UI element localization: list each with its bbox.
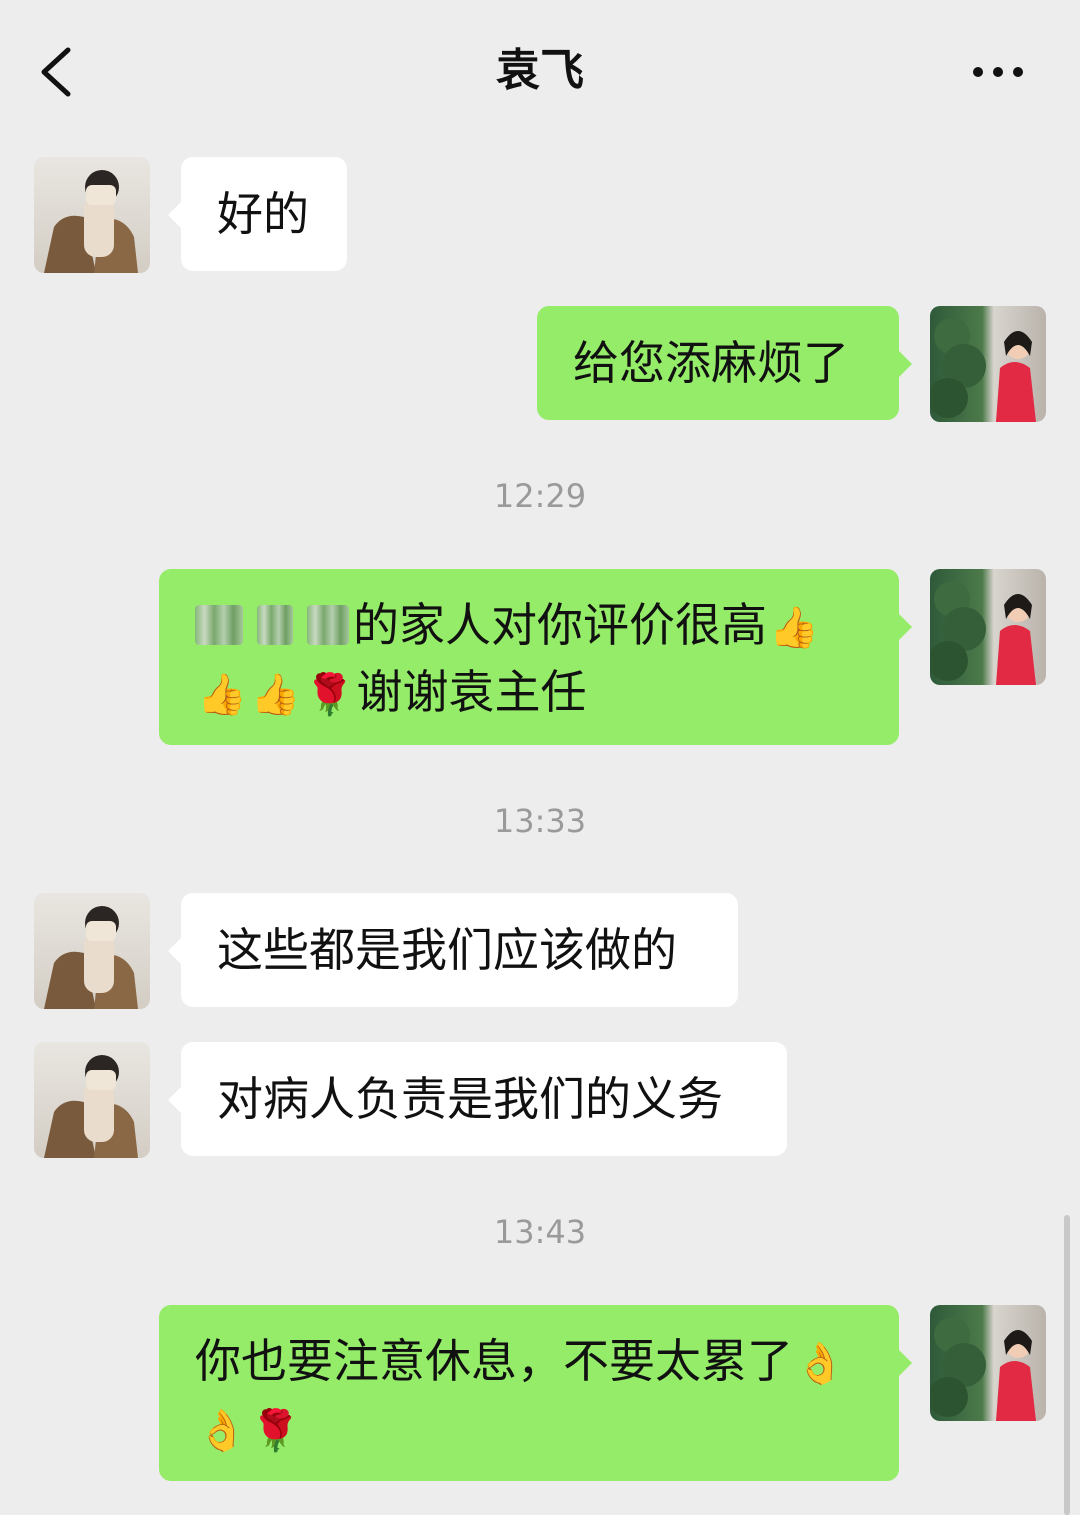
rose-icon: 🌹	[250, 1408, 301, 1454]
contact-avatar[interactable]	[34, 893, 150, 1009]
chat-header: 袁飞	[0, 0, 1080, 140]
more-button[interactable]	[960, 50, 1040, 94]
my-avatar[interactable]	[930, 569, 1046, 685]
person-avatar-icon	[34, 157, 150, 273]
message-bubble-incoming[interactable]: 这些都是我们应该做的	[168, 893, 738, 1007]
message-text: 给您添麻烦了	[573, 336, 849, 390]
message-bubble-outgoing[interactable]: 你也要注意休息，不要太累了👌 👌 🌹	[159, 1305, 912, 1481]
contact-avatar[interactable]	[34, 157, 150, 273]
timestamp: 13:33	[493, 802, 587, 840]
message-text: 的家人对你评价很高	[353, 598, 767, 652]
message-text: 你也要注意休息，不要太累了	[195, 1334, 793, 1388]
message-bubble-outgoing[interactable]: 给您添麻烦了	[537, 306, 912, 420]
more-dots-icon	[973, 67, 1023, 77]
thumbs-up-icon: 👍	[197, 672, 247, 718]
redacted-name	[257, 605, 293, 645]
timestamp: 13:43	[493, 1213, 587, 1251]
scrollbar[interactable]	[1064, 1215, 1070, 1515]
message-bubble-outgoing[interactable]: 的家人对你评价很高👍 👍 👍 🌹谢谢袁主任	[159, 569, 912, 745]
person-avatar-icon	[930, 569, 1046, 685]
message-line-2: 👌 🌹	[195, 1396, 863, 1463]
redacted-name	[307, 605, 349, 645]
chat-title: 袁飞	[496, 45, 584, 96]
thumbs-up-icon: 👍	[769, 605, 819, 651]
message-text: 对病人负责是我们的义务	[217, 1072, 723, 1126]
rose-icon: 🌹	[304, 672, 355, 718]
message-line-1: 的家人对你评价很高👍	[195, 593, 863, 660]
person-avatar-icon	[930, 1305, 1046, 1421]
contact-avatar[interactable]	[34, 1042, 150, 1158]
my-avatar[interactable]	[930, 1305, 1046, 1421]
timestamp: 12:29	[493, 477, 587, 515]
person-avatar-icon	[34, 1042, 150, 1158]
message-bubble-incoming[interactable]: 好的	[168, 157, 347, 271]
message-line-2: 👍 👍 🌹谢谢袁主任	[195, 660, 863, 727]
person-avatar-icon	[930, 306, 1046, 422]
message-text: 好的	[217, 187, 309, 241]
message-line-1: 你也要注意休息，不要太累了👌	[195, 1329, 863, 1396]
person-avatar-icon	[34, 893, 150, 1009]
redacted-name	[195, 605, 243, 645]
ok-hand-icon: 👌	[197, 1408, 247, 1454]
my-avatar[interactable]	[930, 306, 1046, 422]
message-text: 这些都是我们应该做的	[217, 923, 677, 977]
message-text: 谢谢袁主任	[356, 665, 587, 719]
ok-hand-icon: 👌	[795, 1341, 845, 1387]
thumbs-up-icon: 👍	[250, 672, 301, 718]
message-bubble-incoming[interactable]: 对病人负责是我们的义务	[168, 1042, 787, 1156]
